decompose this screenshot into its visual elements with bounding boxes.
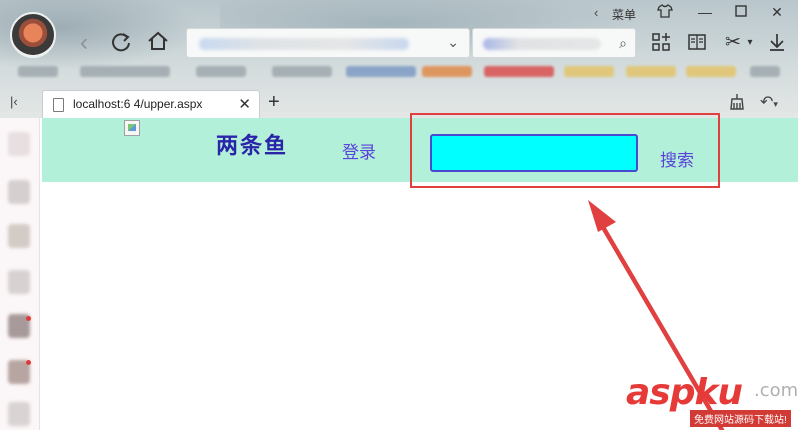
blurred-url bbox=[199, 38, 409, 50]
close-tab-icon[interactable]: ✕ bbox=[238, 95, 251, 113]
scissors-dropdown-icon[interactable]: ▾ bbox=[745, 32, 755, 54]
annotation-highlight-box bbox=[410, 113, 720, 188]
sidebar-item[interactable] bbox=[8, 224, 30, 248]
tab-title: localhost:6 4/upper.aspx bbox=[73, 97, 203, 111]
reading-icon[interactable] bbox=[686, 32, 708, 54]
bookmarks-bar bbox=[10, 64, 790, 80]
blurred-search-text bbox=[483, 38, 601, 50]
notification-dot bbox=[26, 360, 31, 365]
menu-button[interactable]: 菜单 bbox=[612, 6, 636, 23]
bookmark-item[interactable] bbox=[686, 66, 736, 77]
bookmark-item[interactable] bbox=[750, 66, 780, 77]
scissors-icon[interactable]: ✂ bbox=[722, 32, 744, 54]
bookmark-item[interactable] bbox=[196, 66, 246, 77]
login-link[interactable]: 登录 bbox=[342, 138, 376, 163]
back-icon[interactable]: ‹ bbox=[74, 31, 94, 55]
address-bar[interactable]: ⌄ bbox=[186, 28, 470, 58]
undo-icon[interactable]: ↶▾ bbox=[760, 92, 778, 112]
watermark-subtitle: 免费网站源码下载站! bbox=[690, 410, 791, 427]
sidebar-item[interactable] bbox=[8, 132, 30, 156]
browser-search-box[interactable]: ⌕ bbox=[472, 28, 636, 58]
sidebar-item[interactable] bbox=[8, 402, 30, 426]
minimize-icon[interactable]: — bbox=[696, 4, 714, 20]
bookmark-item[interactable] bbox=[18, 66, 58, 77]
watermark-domain: .com bbox=[754, 380, 798, 401]
sidebar-item[interactable] bbox=[8, 270, 30, 294]
tab-active[interactable]: localhost:6 4/upper.aspx ✕ bbox=[42, 90, 260, 118]
skin-icon[interactable] bbox=[656, 4, 674, 21]
user-avatar[interactable] bbox=[10, 12, 56, 58]
page-icon bbox=[53, 98, 64, 112]
home-icon[interactable] bbox=[146, 30, 170, 54]
chevron-down-icon[interactable]: ⌄ bbox=[447, 34, 459, 51]
download-icon[interactable] bbox=[766, 32, 788, 54]
bookmark-item[interactable] bbox=[422, 66, 472, 77]
apps-grid-icon[interactable] bbox=[650, 32, 672, 54]
broken-image-icon bbox=[124, 120, 140, 136]
maximize-icon[interactable] bbox=[732, 4, 750, 20]
reload-icon[interactable] bbox=[110, 31, 132, 53]
bookmark-item[interactable] bbox=[484, 66, 554, 77]
collapse-sidebar-icon[interactable]: |‹ bbox=[10, 94, 18, 109]
bookmark-item[interactable] bbox=[80, 66, 170, 77]
bookmark-item[interactable] bbox=[272, 66, 332, 77]
menu-chevron-icon[interactable]: ‹ bbox=[594, 5, 598, 20]
new-tab-icon[interactable]: + bbox=[268, 91, 280, 114]
watermark-brand: aspku bbox=[626, 372, 743, 413]
search-icon[interactable]: ⌕ bbox=[619, 35, 627, 52]
notification-dot bbox=[26, 316, 31, 321]
sidebar-item[interactable] bbox=[8, 180, 30, 204]
bookmark-item[interactable] bbox=[626, 66, 676, 77]
broom-icon[interactable] bbox=[728, 93, 746, 116]
bookmark-item[interactable] bbox=[564, 66, 614, 77]
watermark-logo: aspku .com bbox=[626, 372, 798, 413]
bookmark-item[interactable] bbox=[346, 66, 416, 77]
close-window-icon[interactable]: ✕ bbox=[768, 4, 786, 21]
left-sidebar bbox=[0, 118, 40, 430]
site-title: 两条鱼 bbox=[216, 133, 289, 159]
